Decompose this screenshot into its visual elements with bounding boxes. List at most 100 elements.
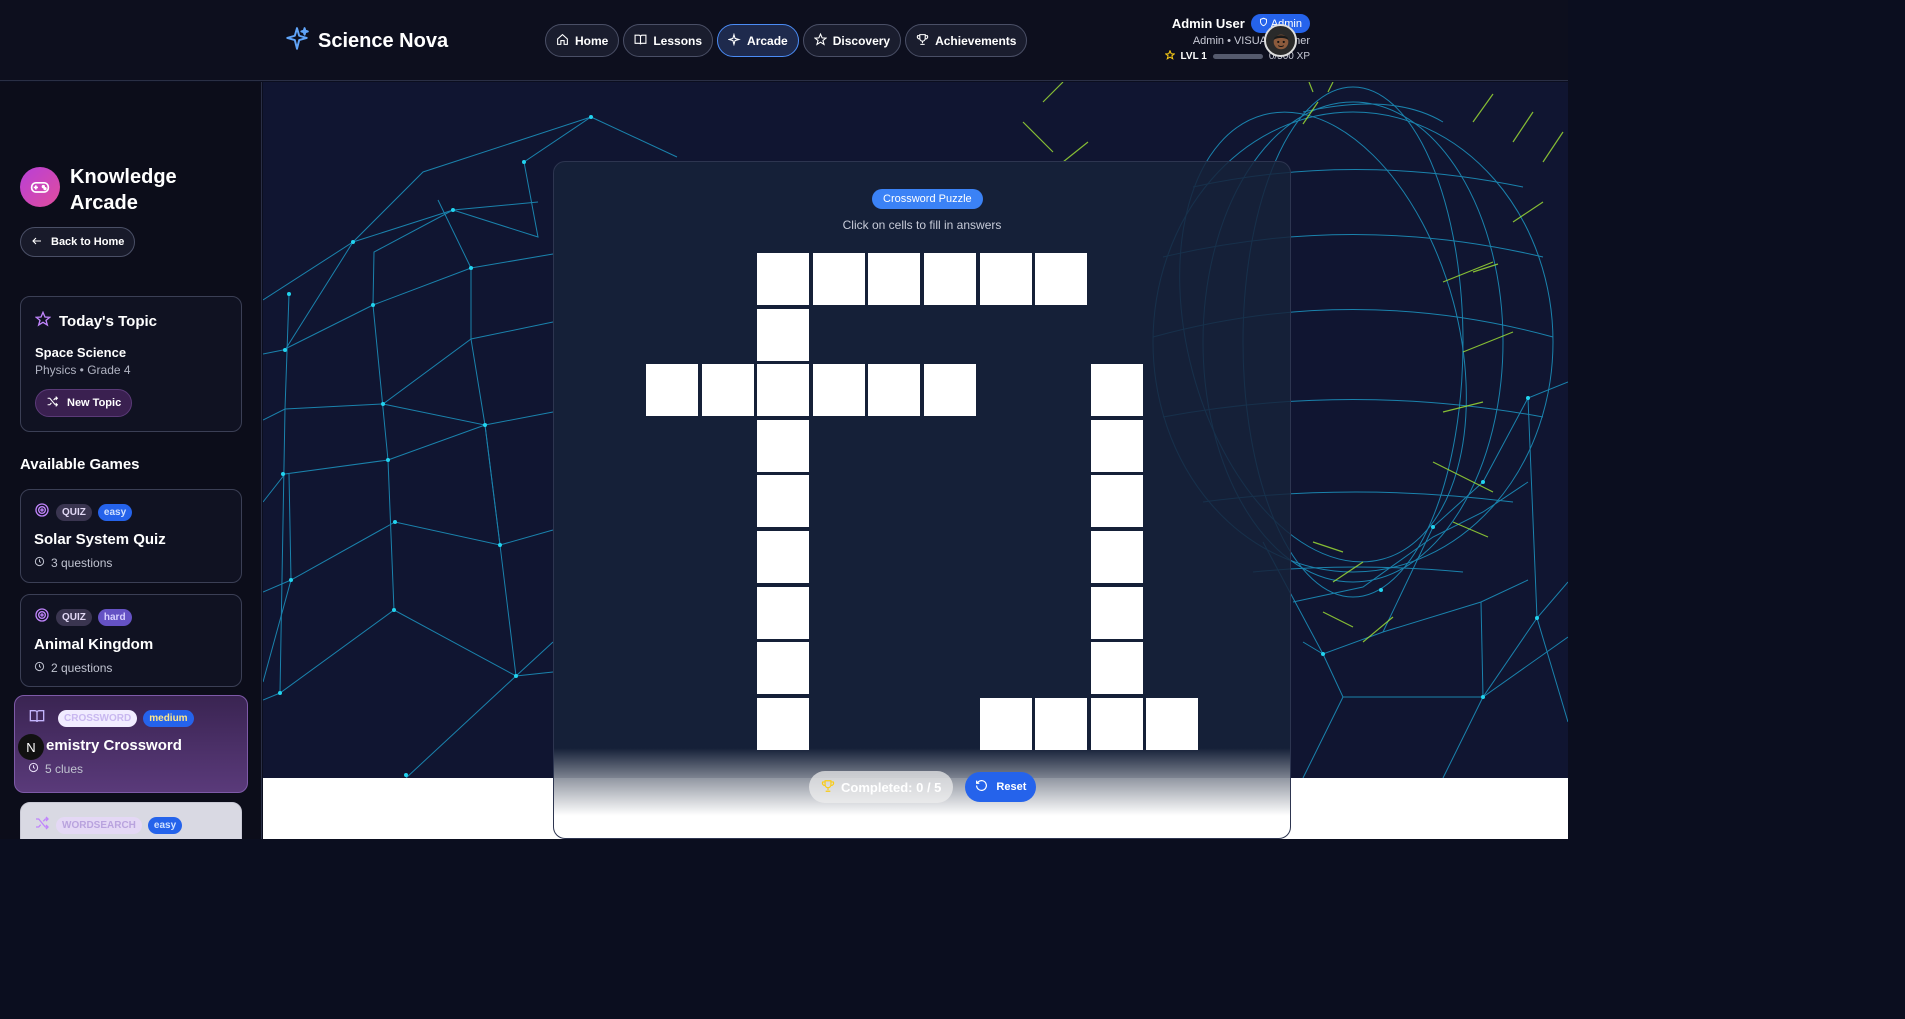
crossword-cell[interactable] [1091, 420, 1143, 472]
user-name: Admin User [1171, 16, 1245, 31]
star-icon [813, 32, 828, 49]
completed-label: Completed: 0 / 5 [841, 779, 942, 795]
crossword-cell[interactable] [980, 698, 1032, 750]
star-outline-icon [34, 310, 52, 331]
crossword-cell[interactable] [1091, 698, 1143, 750]
book-icon [634, 33, 647, 49]
trophy-icon [916, 33, 929, 49]
crossword-cell[interactable] [1091, 364, 1143, 416]
crossword-cell[interactable] [757, 364, 809, 416]
crossword-cell[interactable] [1091, 587, 1143, 639]
crossword-cell[interactable] [757, 475, 809, 527]
game-meta-label: 2 questions [51, 661, 113, 675]
level-star-icon [1164, 49, 1176, 63]
back-to-home-button[interactable]: Back to Home [20, 227, 136, 257]
crossword-cell[interactable] [868, 253, 920, 305]
difficulty-tag: easy [147, 817, 183, 834]
nav-arcade-label: Arcade [747, 33, 788, 48]
game-type-tag: QUIZ [56, 609, 92, 626]
shield-icon [1259, 17, 1268, 30]
nav-achievements-label: Achievements [935, 33, 1017, 48]
rotate-ccw-icon [975, 779, 988, 795]
game-card-chemistry-crossword[interactable]: CROSSWORD medium emistry Crossword 5 clu… [14, 695, 248, 793]
nav-discovery-label: Discovery [832, 33, 891, 48]
crossword-cell[interactable] [757, 587, 809, 639]
crossword-cell[interactable] [1091, 642, 1143, 694]
clock-icon [34, 661, 45, 675]
crossword-cell[interactable] [924, 253, 976, 305]
new-topic-label: New Topic [67, 397, 122, 409]
game-card-solar-system-quiz[interactable]: QUIZ easy Solar System Quiz 3 questions [20, 489, 242, 583]
crossword-cell[interactable] [868, 364, 920, 416]
nav-arcade-button[interactable]: Arcade [717, 24, 799, 57]
crossword-cell[interactable] [1091, 531, 1143, 583]
level-label: LVL 1 [1180, 51, 1207, 62]
n-badge[interactable]: N [18, 734, 44, 760]
crossword-cell[interactable] [924, 364, 976, 416]
game-name: Animal Kingdom [34, 636, 154, 653]
nav-achievements-button[interactable]: Achievements [905, 24, 1028, 57]
brand-title: Science Nova [318, 30, 449, 52]
game-meta: 3 questions [34, 556, 228, 570]
avatar[interactable] [1264, 24, 1297, 57]
game-meta: 2 questions [34, 661, 228, 675]
crossword-footer: Completed: 0 / 5 Reset [809, 771, 1037, 803]
crossword-cell[interactable] [1035, 253, 1087, 305]
crossword-cell[interactable] [813, 253, 865, 305]
todays-topic-title: Today's Topic [59, 312, 158, 330]
arcade-header: Knowledge Arcade [20, 164, 190, 216]
gamepad-icon [20, 167, 60, 207]
target-icon [34, 607, 50, 628]
top-header: Science Nova Home Lessons Arcade Discove… [0, 0, 1568, 81]
crossword-cell[interactable] [980, 253, 1032, 305]
crossword-panel: Crossword Puzzle Click on cells to fill … [553, 161, 1291, 839]
home-icon [556, 33, 569, 49]
shuffle-icon [34, 815, 50, 836]
available-games-heading: Available Games [20, 456, 140, 473]
back-to-home-label: Back to Home [51, 236, 125, 248]
game-type-tag: WORDSEARCH [56, 817, 142, 834]
crossword-cell[interactable] [757, 309, 809, 361]
nav-home-button[interactable]: Home [545, 24, 620, 57]
game-card-wordsearch[interactable]: WORDSEARCH easy [20, 802, 242, 839]
game-type-tag: CROSSWORD [58, 710, 138, 727]
nav-lessons-button[interactable]: Lessons [623, 24, 714, 57]
main-nav: Home Lessons Arcade Discovery Achievemen… [545, 24, 1028, 57]
crossword-cell[interactable] [1035, 698, 1087, 750]
crossword-cell[interactable] [757, 531, 809, 583]
crossword-cell[interactable] [757, 420, 809, 472]
crossword-cell[interactable] [1091, 475, 1143, 527]
crossword-instructions: Click on cells to fill in answers [842, 218, 1002, 232]
nav-lessons-label: Lessons [653, 33, 703, 48]
game-type-tag: QUIZ [56, 504, 92, 521]
nav-discovery-button[interactable]: Discovery [802, 24, 902, 57]
crossword-badge: Crossword Puzzle [872, 189, 983, 209]
xp-progress-bar [1212, 54, 1263, 59]
game-meta-label: 5 clues [45, 762, 84, 776]
reset-button[interactable]: Reset [965, 772, 1037, 802]
crossword-cell[interactable] [646, 364, 698, 416]
topic-subject: Physics • Grade 4 [35, 363, 131, 377]
target-icon [34, 502, 50, 523]
difficulty-tag: medium [143, 710, 194, 727]
arrow-left-icon [31, 235, 43, 250]
todays-topic-heading: Today's Topic [34, 310, 227, 331]
game-meta-label: 3 questions [51, 556, 113, 570]
nav-home-label: Home [575, 33, 609, 48]
difficulty-tag: hard [97, 609, 132, 626]
todays-topic-card: Today's Topic Space Science Physics • Gr… [20, 296, 242, 432]
crossword-cell[interactable] [813, 364, 865, 416]
brand[interactable]: Science Nova [284, 26, 448, 57]
shuffle-icon [46, 395, 59, 411]
reset-label: Reset [996, 781, 1027, 793]
open-book-icon [28, 708, 46, 729]
crossword-cell[interactable] [757, 253, 809, 305]
crossword-cell[interactable] [702, 364, 754, 416]
game-name: Solar System Quiz [34, 531, 166, 548]
crossword-cell[interactable] [757, 642, 809, 694]
new-topic-button[interactable]: New Topic [35, 389, 133, 417]
game-card-animal-kingdom[interactable]: QUIZ hard Animal Kingdom 2 questions [20, 594, 242, 687]
crossword-cell[interactable] [1146, 698, 1198, 750]
crossword-cell[interactable] [757, 698, 809, 750]
sparkles-icon [727, 32, 741, 49]
